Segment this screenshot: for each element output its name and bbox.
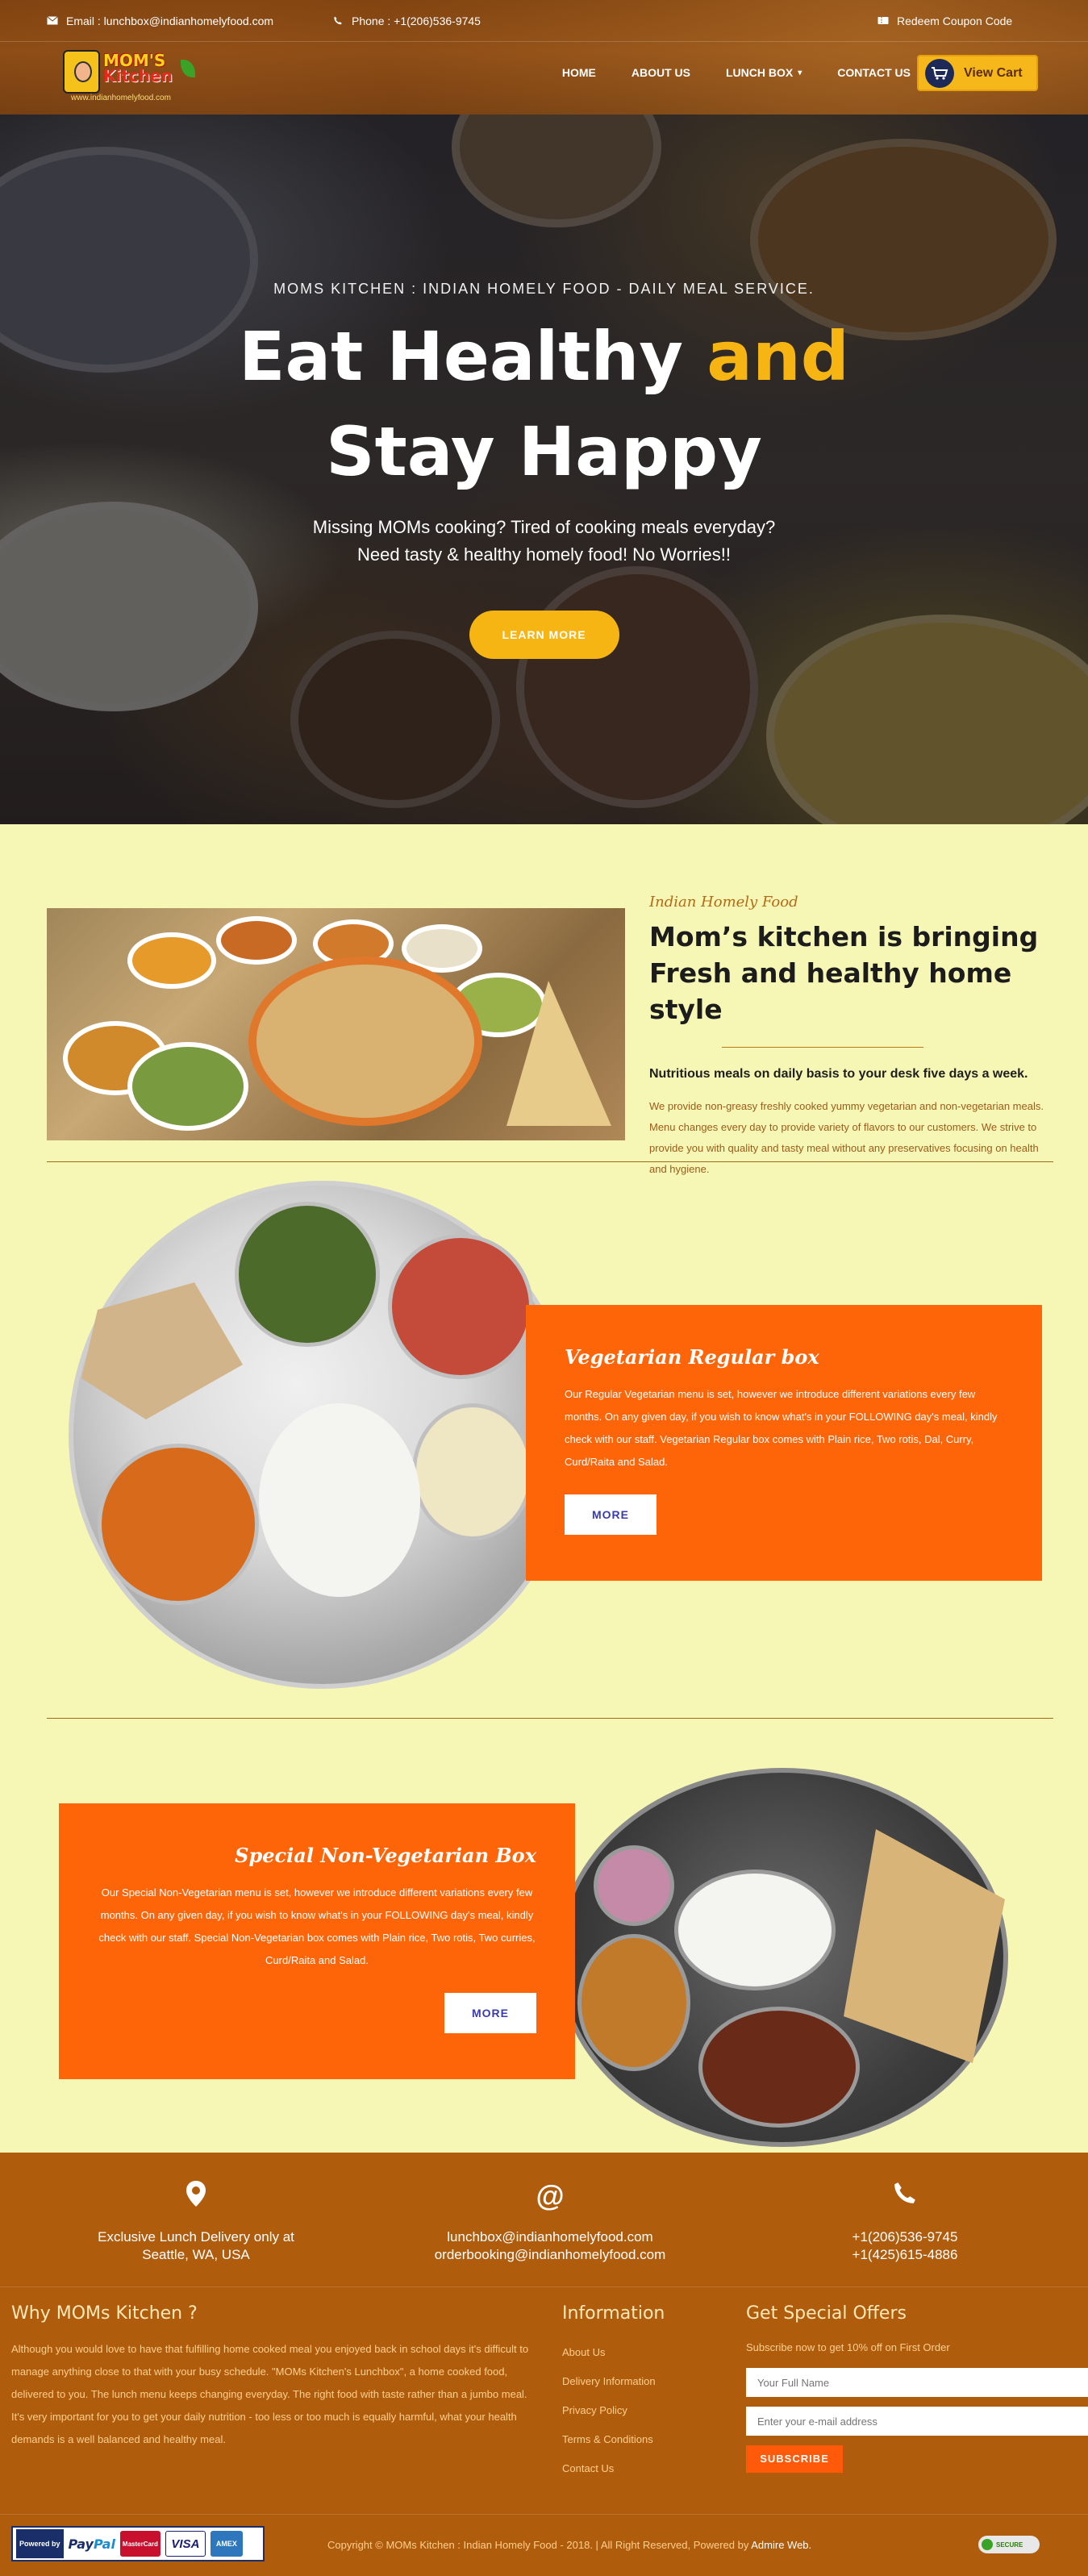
cart-icon <box>925 58 954 88</box>
phone-icon <box>334 16 342 25</box>
nav-contact-us[interactable]: CONTACT US <box>837 66 911 79</box>
contact-bar: Exclusive Lunch Delivery only at Seattle… <box>0 2153 1088 2286</box>
contact-email-1[interactable]: lunchbox@indianhomelyfood.com <box>389 2228 711 2246</box>
footer-offer-title: Get Special Offers <box>746 2303 907 2324</box>
nav-menu: HOME ABOUT US LUNCH BOX ▾ CONTACT US <box>527 66 911 79</box>
intro-title: Mom’s kitchen is bringing Fresh and heal… <box>649 921 1039 1025</box>
view-cart-button[interactable]: View Cart <box>917 55 1038 91</box>
secure-badge: SECURE <box>978 2536 1040 2553</box>
contact-emails: @ lunchbox@indianhomelyfood.com orderboo… <box>389 2180 711 2264</box>
veg-box-title: Vegetarian Regular box <box>565 1345 819 1369</box>
contact-location: Exclusive Lunch Delivery only at Seattle… <box>35 2180 357 2264</box>
hero-banner: MOMS KITCHEN : INDIAN HOMELY FOOD - DAIL… <box>0 115 1088 824</box>
nonveg-more-button[interactable]: MORE <box>444 1993 536 2033</box>
main-nav: MOM'S Kitchen www.indianhomelyfood.com H… <box>0 42 1088 115</box>
contact-phones: +1(206)536-9745 +1(425)615-4886 <box>744 2180 1066 2264</box>
leaf-icon <box>181 60 195 77</box>
hero-content: MOMS KITCHEN : INDIAN HOMELY FOOD - DAIL… <box>0 281 1088 659</box>
coupon-icon <box>877 17 889 24</box>
nav-lunch-box-label: LUNCH BOX <box>726 66 794 79</box>
nav-lunch-box[interactable]: LUNCH BOX ▾ <box>726 66 802 79</box>
email-input[interactable] <box>746 2407 1088 2436</box>
view-cart-label: View Cart <box>964 65 1023 80</box>
envelope-icon <box>47 16 58 25</box>
nav-about-us[interactable]: ABOUT US <box>632 66 690 79</box>
topbar-phone[interactable]: Phone : +1(206)536-9745 <box>332 15 481 27</box>
nav-home[interactable]: HOME <box>562 66 596 79</box>
topbar-email-text: Email : lunchbox@indianhomelyfood.com <box>66 14 274 27</box>
intro-lead: Nutritious meals on daily basis to your … <box>649 1067 1028 1081</box>
logo-mom-illustration <box>63 50 100 94</box>
hero-subtitle: Missing MOMs cooking? Tired of cooking m… <box>312 517 776 565</box>
section-divider <box>47 1161 1053 1162</box>
nonveg-box-card: Special Non-Vegetarian Box Our Special N… <box>59 1803 575 2079</box>
payment-badge: Powered by PayPal MasterCard VISA AMEX <box>11 2526 265 2561</box>
logo-wordmark: MOM'S Kitchen <box>103 51 173 85</box>
map-pin-icon <box>35 2180 357 2228</box>
footer-info-links: About Us Delivery Information Privacy Po… <box>562 2338 732 2483</box>
footer-why-text: Although you would love to have that ful… <box>11 2343 529 2445</box>
footer-info-title: Information <box>562 2303 665 2324</box>
intro-kicker: Indian Homely Food <box>649 894 798 911</box>
full-name-input[interactable] <box>746 2368 1088 2397</box>
subscribe-button[interactable]: SUBSCRIBE <box>746 2445 843 2473</box>
site-logo[interactable]: MOM'S Kitchen www.indianhomelyfood.com <box>63 48 200 102</box>
veg-thali-photo <box>69 1181 577 1689</box>
mastercard-icon: MasterCard <box>119 2531 160 2557</box>
location-line-2: Seattle, WA, USA <box>142 2247 250 2262</box>
logo-url: www.indianhomelyfood.com <box>71 94 171 102</box>
footer-link-delivery-info[interactable]: Delivery Information <box>562 2367 732 2396</box>
intro-text: Indian Homely Food Mom’s kitchen is brin… <box>649 894 1053 1180</box>
topbar-email[interactable]: Email : lunchbox@indianhomelyfood.com <box>47 15 273 27</box>
section-divider <box>47 1718 1053 1719</box>
learn-more-button[interactable]: LEARN MORE <box>469 611 619 659</box>
footer-link-contact-us[interactable]: Contact Us <box>562 2454 732 2483</box>
footer-offer-subtitle: Subscribe now to get 10% off on First Or… <box>746 2341 950 2353</box>
bottom-bar: Powered by PayPal MasterCard VISA AMEX C… <box>0 2514 1088 2576</box>
footer-why-column: Why MOMs Kitchen ? Although you would lo… <box>11 2303 536 2451</box>
top-bar: Email : lunchbox@indianhomelyfood.com Ph… <box>0 0 1088 42</box>
contact-email-2[interactable]: orderbooking@indianhomelyfood.com <box>389 2246 711 2264</box>
phone-icon <box>744 2180 1066 2228</box>
veg-box-card: Vegetarian Regular box Our Regular Veget… <box>526 1305 1042 1581</box>
chevron-down-icon: ▾ <box>798 68 802 77</box>
footer-why-title: Why MOMs Kitchen ? <box>11 2303 198 2324</box>
nonveg-box-text: Our Special Non-Vegetarian menu is set, … <box>98 1886 536 1966</box>
thali-photo <box>47 908 625 1140</box>
contact-phone-2[interactable]: +1(425)615-4886 <box>744 2246 1066 2264</box>
location-line-1: Exclusive Lunch Delivery only at <box>98 2229 294 2245</box>
nonveg-box-section: Special Non-Vegetarian Box Our Special N… <box>0 1719 1088 2153</box>
powered-by-label: Powered by <box>16 2529 64 2558</box>
hero-title: Eat Healthy and Stay Happy <box>239 317 849 491</box>
veg-more-button[interactable]: MORE <box>565 1494 657 1535</box>
site-footer: Why MOMs Kitchen ? Although you would lo… <box>0 2286 1088 2514</box>
nonveg-box-title: Special Non-Vegetarian Box <box>235 1844 536 1867</box>
veg-box-section: Vegetarian Regular box Our Regular Veget… <box>0 1163 1088 1719</box>
title-underline <box>722 1047 923 1048</box>
footer-link-terms[interactable]: Terms & Conditions <box>562 2425 732 2454</box>
paypal-logo: PayPal <box>68 2536 115 2552</box>
footer-link-privacy-policy[interactable]: Privacy Policy <box>562 2396 732 2425</box>
amex-icon: AMEX <box>210 2531 243 2557</box>
copyright-text: Copyright © MOMs Kitchen : Indian Homely… <box>327 2539 812 2551</box>
shield-icon <box>982 2539 993 2550</box>
nonveg-thali-photo <box>557 1768 1008 2147</box>
hero-tagline: MOMS KITCHEN : INDIAN HOMELY FOOD - DAIL… <box>273 281 815 297</box>
intro-section: Indian Homely Food Mom’s kitchen is brin… <box>0 824 1088 1175</box>
admire-web-link[interactable]: Admire Web. <box>751 2539 811 2551</box>
footer-offers-column: Get Special Offers Subscribe now to get … <box>746 2303 1088 2473</box>
footer-link-about-us[interactable]: About Us <box>562 2338 732 2367</box>
topbar-phone-text: Phone : +1(206)536-9745 <box>352 14 481 27</box>
site-header: Email : lunchbox@indianhomelyfood.com Ph… <box>0 0 1088 115</box>
redeem-coupon-text: Redeem Coupon Code <box>897 14 1013 27</box>
veg-box-text: Our Regular Vegetarian menu is set, howe… <box>565 1388 998 1468</box>
visa-icon: VISA <box>165 2531 206 2557</box>
at-sign-icon: @ <box>536 2179 565 2212</box>
footer-info-column: Information About Us Delivery Informatio… <box>562 2303 732 2483</box>
contact-phone-1[interactable]: +1(206)536-9745 <box>744 2228 1066 2246</box>
redeem-coupon-link[interactable]: Redeem Coupon Code <box>877 15 1012 27</box>
